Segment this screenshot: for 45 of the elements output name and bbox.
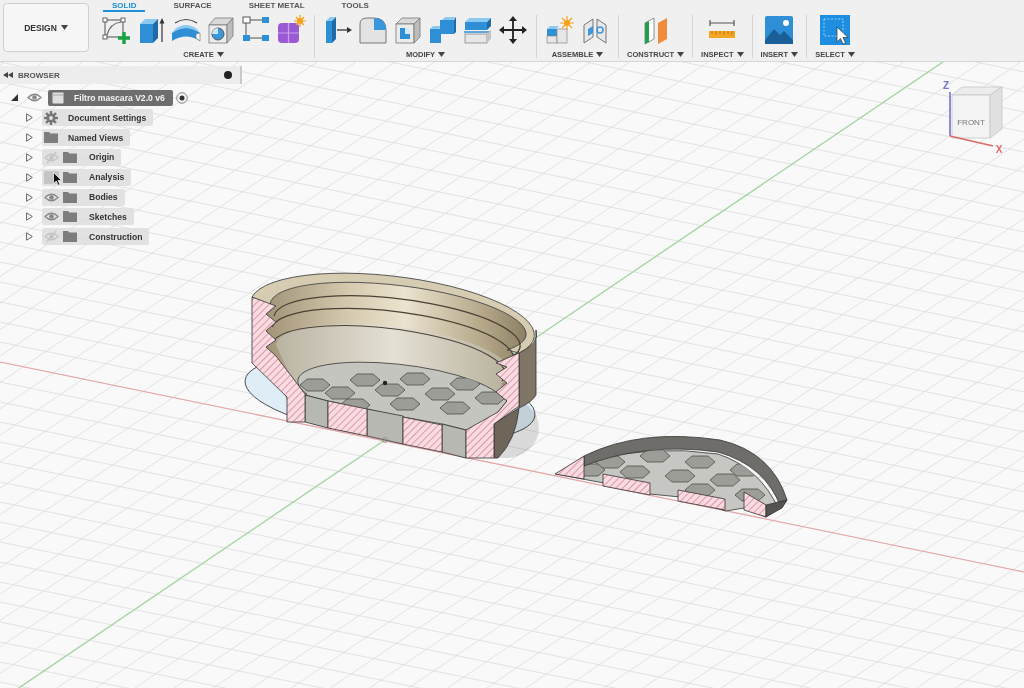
tree-item[interactable]: Document Settings (42, 109, 154, 127)
collapse-icon[interactable] (3, 72, 13, 78)
sparkle-cube-icon[interactable] (276, 15, 306, 45)
folder-icon (44, 132, 58, 144)
axis-label: X (995, 144, 1003, 155)
push-pull-block-icon[interactable] (323, 15, 353, 45)
caret-icon (677, 52, 685, 57)
caret-icon (791, 52, 799, 57)
selection-cursor-icon[interactable] (819, 15, 850, 45)
panel-title: BROWSER (18, 70, 61, 80)
caret-icon (847, 52, 855, 57)
caret-icon (438, 52, 446, 57)
ribbon-tab[interactable]: TOOLS (332, 0, 378, 12)
folder-icon (63, 151, 77, 163)
hollow-cube-icon[interactable] (393, 15, 423, 45)
caret-icon (216, 52, 224, 57)
folder-icon (63, 211, 77, 223)
caret-icon (60, 25, 68, 30)
ribbon-tab[interactable]: SHEET METAL (239, 0, 314, 12)
image-icon[interactable] (764, 15, 795, 45)
tree-item[interactable]: Sketches (42, 208, 134, 226)
joint-icon[interactable] (580, 15, 610, 45)
hole-cube-icon[interactable] (206, 15, 236, 45)
split-block-icon[interactable] (463, 15, 493, 45)
caret-icon (596, 52, 604, 57)
component-icon (52, 91, 64, 104)
tree-item[interactable]: Construction (42, 228, 150, 246)
component-sparkle-icon[interactable] (545, 15, 575, 45)
sketch-plus-icon[interactable] (101, 15, 131, 45)
rounded-block-icon[interactable] (358, 15, 388, 45)
radio-button-icon[interactable] (175, 91, 188, 104)
gear-icon (44, 110, 58, 125)
axis-label: Z (942, 80, 950, 91)
ribbon-tab[interactable]: SURFACE (164, 0, 221, 12)
mouse-pointer-icon (53, 171, 62, 186)
tree-item[interactable]: Named Views (42, 129, 131, 147)
joined-blocks-icon[interactable] (428, 15, 458, 45)
workspace-menu-button[interactable]: DESIGN (3, 3, 89, 52)
folder-icon (63, 191, 77, 203)
toggle-dot-icon[interactable] (224, 71, 232, 79)
folder-icon (63, 171, 77, 183)
caret-icon (736, 52, 744, 57)
move-icon[interactable] (498, 15, 528, 45)
expand-triangle-icon[interactable] (11, 94, 18, 102)
folder-icon (63, 231, 77, 243)
